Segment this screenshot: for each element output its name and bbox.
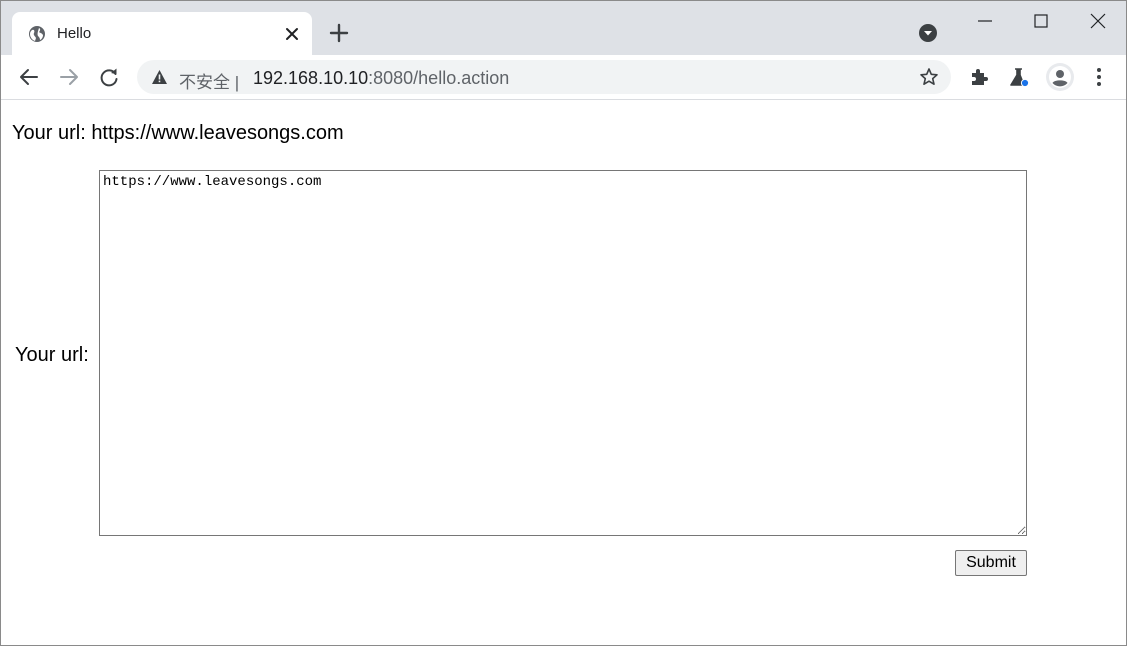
url-field-label: Your url: (15, 344, 89, 366)
globe-icon (29, 26, 45, 42)
address-bar[interactable]: 不安全 | 192.168.10.10:8080/hello.action (137, 60, 951, 94)
close-tab-icon[interactable] (282, 24, 302, 44)
url-text: 192.168.10.10:8080/hello.action (253, 68, 509, 89)
tab-search-chevron-icon[interactable] (918, 23, 938, 43)
maximize-icon[interactable] (1031, 11, 1051, 31)
page-content: Your url: https://www.leavesongs.com You… (1, 100, 1126, 645)
kebab-menu-icon[interactable] (1089, 66, 1109, 88)
url-host: 192.168.10.10 (253, 68, 369, 88)
window-close-icon[interactable] (1088, 11, 1108, 31)
forward-arrow-icon[interactable] (58, 66, 80, 88)
url-textarea[interactable]: https://www.leavesongs.com (99, 170, 1027, 536)
warning-triangle-icon[interactable] (151, 69, 168, 85)
submitted-url-label: Your url: (12, 122, 92, 144)
browser-window: Hello 不安全 | 192.168.10.10:8080/hello.act… (0, 0, 1127, 646)
not-secure-label: 不安全 (179, 73, 230, 92)
new-tab-plus-icon[interactable] (328, 22, 350, 44)
extensions-puzzle-icon[interactable] (968, 66, 990, 88)
browser-toolbar: 不安全 | 192.168.10.10:8080/hello.action (1, 55, 1126, 100)
bookmark-star-icon[interactable] (919, 67, 939, 87)
minimize-icon[interactable] (975, 11, 995, 31)
tab-hello[interactable]: Hello (12, 12, 312, 55)
reload-icon[interactable] (98, 66, 120, 88)
submitted-url-value: https://www.leavesongs.com (91, 122, 344, 144)
flask-extension-icon[interactable] (1008, 66, 1030, 88)
url-path: :8080/hello.action (368, 68, 510, 88)
person-icon (1049, 66, 1071, 88)
tab-strip: Hello (1, 1, 1126, 55)
omnibox-separator: | (234, 73, 240, 92)
submit-button[interactable]: Submit (955, 550, 1027, 576)
back-arrow-icon[interactable] (18, 66, 40, 88)
tab-title: Hello (57, 25, 92, 42)
submitted-url-line: Your url: https://www.leavesongs.com (12, 122, 344, 145)
profile-avatar[interactable] (1046, 63, 1074, 91)
